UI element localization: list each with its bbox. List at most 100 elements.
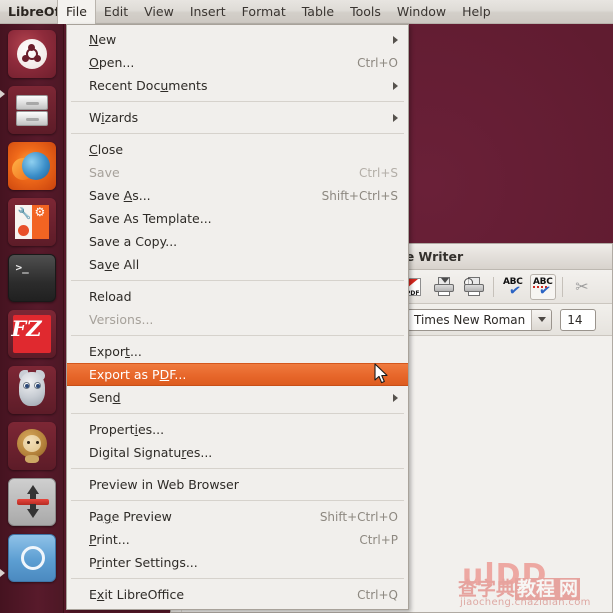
menu-separator — [71, 468, 404, 469]
menu-item-shortcut: Ctrl+P — [359, 533, 398, 547]
print-preview-button[interactable] — [461, 274, 487, 300]
sidebar-item-lion-app[interactable] — [8, 422, 56, 470]
menu-item-shortcut: Ctrl+S — [359, 166, 398, 180]
spelling-button[interactable]: ABC✔ — [500, 274, 526, 300]
terminal-icon: >_ — [16, 261, 29, 274]
menu-item-shortcut: Ctrl+Q — [357, 588, 398, 602]
toolbar-separator — [562, 277, 563, 297]
print-icon — [433, 277, 455, 297]
menu-item-label: Versions... — [89, 312, 398, 327]
menu-item-exit-libreoffice[interactable]: Exit LibreOfficeCtrl+Q — [67, 583, 408, 606]
menu-item-print[interactable]: Print... Ctrl+P — [67, 528, 408, 551]
menu-item-label: Properties... — [89, 422, 398, 437]
menu-item-shortcut: Ctrl+O — [357, 56, 398, 70]
menu-separator — [71, 101, 404, 102]
menu-separator — [71, 133, 404, 134]
global-menubar[interactable]: File Edit View Insert Format Table Tools… — [57, 0, 499, 24]
sidebar-item-ubuntu-dash[interactable] — [8, 30, 56, 78]
autospellcheck-icon: ABC✔ — [532, 277, 554, 297]
menu-item-shortcut: Shift+Ctrl+O — [320, 510, 398, 524]
menu-item-label: Save a Copy... — [89, 234, 398, 249]
sidebar-item-nautilus-files[interactable] — [8, 86, 56, 134]
menu-item-label: Print... — [89, 532, 339, 547]
menu-item-digital-signatures[interactable]: Digital Signatures... — [67, 441, 408, 464]
chromium-icon — [21, 546, 45, 570]
sidebar-item-filezilla[interactable]: FZ — [8, 310, 56, 358]
menu-item-label: Send — [89, 390, 383, 405]
submenu-arrow-icon — [393, 36, 398, 44]
menu-separator — [71, 500, 404, 501]
menu-item-save-as[interactable]: Save As... Shift+Ctrl+S — [67, 184, 408, 207]
autospellcheck-button[interactable]: ABC✔ — [530, 274, 556, 300]
menu-item-new[interactable]: New — [67, 28, 408, 51]
menu-item-label: Wizards — [89, 110, 383, 125]
menu-item-label: Preview in Web Browser — [89, 477, 398, 492]
cut-button[interactable]: ✂ — [569, 274, 595, 300]
font-size-input[interactable]: 14 — [560, 309, 596, 331]
unity-launcher[interactable]: 🔧 ⚙ >_ FZ — [0, 24, 64, 613]
submenu-arrow-icon — [393, 114, 398, 122]
menu-item-save-as-template[interactable]: Save As Template... — [67, 207, 408, 230]
sidebar-item-update-manager[interactable] — [8, 478, 56, 526]
font-name-dropdown-button[interactable] — [531, 310, 551, 330]
menu-item-export-as-pdf[interactable]: Export as PDF... — [67, 363, 408, 386]
sidebar-item-owl-app[interactable] — [8, 366, 56, 414]
menu-item-label: Save — [89, 165, 339, 180]
menu-item-label: Printer Settings... — [89, 555, 398, 570]
menu-item-open[interactable]: Open...Ctrl+O — [67, 51, 408, 74]
scissors-icon: ✂ — [572, 277, 592, 297]
owl-icon — [19, 372, 45, 406]
menu-item-properties[interactable]: Properties... — [67, 418, 408, 441]
menu-item-preview-in-web-browser[interactable]: Preview in Web Browser — [67, 473, 408, 496]
app-title: LibreOf — [0, 0, 57, 23]
menu-item-label: Export as PDF... — [89, 367, 398, 382]
menu-item-save-all[interactable]: Save All — [67, 253, 408, 276]
menu-item-versions: Versions... — [67, 308, 408, 331]
unity-top-panel[interactable]: LibreOf File Edit View Insert Format Tab… — [0, 0, 613, 24]
menubar-item-tools[interactable]: Tools — [342, 0, 389, 24]
menubar-item-table[interactable]: Table — [294, 0, 342, 24]
font-name-value: Times New Roman — [408, 310, 531, 330]
menubar-item-insert[interactable]: Insert — [182, 0, 234, 24]
menu-separator — [71, 578, 404, 579]
menu-item-send[interactable]: Send — [67, 386, 408, 409]
menu-item-label: Recent Documents — [89, 78, 383, 93]
desktop-screen: ice Writer PDF ABC✔ — [0, 0, 613, 613]
menubar-item-edit[interactable]: Edit — [96, 0, 136, 24]
menu-item-wizards[interactable]: Wizards — [67, 106, 408, 129]
menu-item-label: Save As Template... — [89, 211, 398, 226]
sidebar-item-firefox[interactable] — [8, 142, 56, 190]
print-preview-icon — [463, 277, 485, 297]
menu-item-label: Save As... — [89, 188, 302, 203]
menu-item-label: Export... — [89, 344, 398, 359]
menu-item-export[interactable]: Export... — [67, 340, 408, 363]
menu-separator — [71, 335, 404, 336]
menu-item-label: Reload — [89, 289, 398, 304]
file-menu-popup[interactable]: New Open...Ctrl+O Recent Documents Wizards C… — [66, 24, 409, 610]
menubar-item-view[interactable]: View — [136, 0, 182, 24]
menu-item-shortcut: Shift+Ctrl+S — [322, 189, 398, 203]
menubar-item-format[interactable]: Format — [234, 0, 294, 24]
sidebar-item-ubuntu-software-center[interactable]: 🔧 ⚙ — [8, 198, 56, 246]
spelling-icon: ABC✔ — [502, 277, 524, 297]
menubar-item-help[interactable]: Help — [454, 0, 499, 24]
sidebar-item-chromium[interactable] — [8, 534, 56, 582]
menu-item-close[interactable]: Close — [67, 138, 408, 161]
menu-item-recent-documents[interactable]: Recent Documents — [67, 74, 408, 97]
print-button[interactable] — [431, 274, 457, 300]
menu-item-label: New — [89, 32, 383, 47]
chevron-down-icon — [538, 317, 546, 322]
sidebar-item-terminal[interactable]: >_ — [8, 254, 56, 302]
submenu-arrow-icon — [393, 394, 398, 402]
menu-item-save-a-copy[interactable]: Save a Copy... — [67, 230, 408, 253]
menu-item-label: Page Preview — [89, 509, 300, 524]
menu-item-label: Save All — [89, 257, 398, 272]
toolbar-separator — [493, 277, 494, 297]
menubar-item-window[interactable]: Window — [389, 0, 454, 24]
menubar-item-file[interactable]: File — [57, 0, 96, 24]
menu-item-page-preview[interactable]: Page Preview Shift+Ctrl+O — [67, 505, 408, 528]
submenu-arrow-icon — [393, 82, 398, 90]
menu-item-printer-settings[interactable]: Printer Settings... — [67, 551, 408, 574]
font-name-combobox[interactable]: Times New Roman — [407, 309, 552, 331]
menu-item-reload[interactable]: Reload — [67, 285, 408, 308]
